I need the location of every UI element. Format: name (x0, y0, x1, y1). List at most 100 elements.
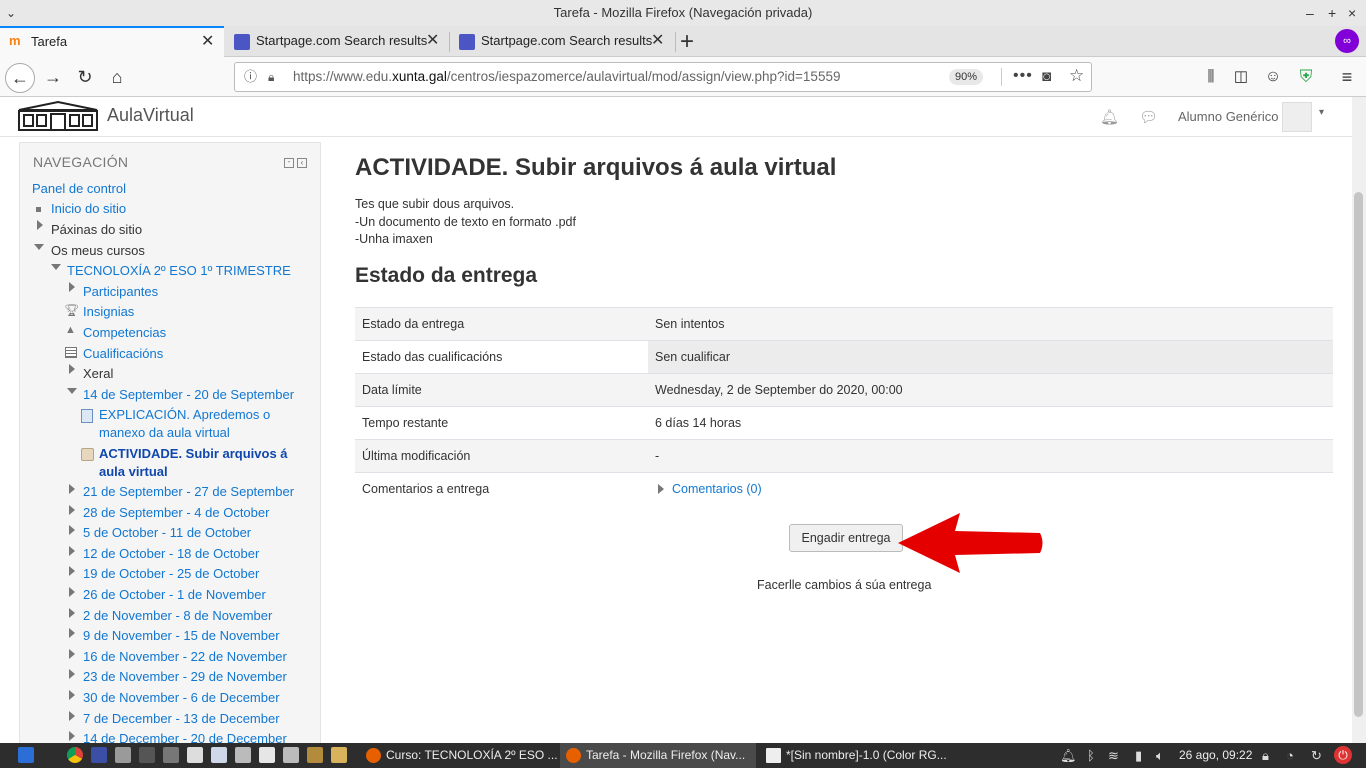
lock-screen-icon[interactable]: 🔒︎ (1262, 743, 1269, 768)
comments-link[interactable]: Comentarios (0) (672, 482, 762, 496)
expand-icon[interactable] (69, 566, 75, 577)
nav-competencies[interactable]: Competencias (83, 324, 166, 342)
messages-icon[interactable]: 💬︎ (1139, 108, 1158, 126)
nav-week-item[interactable]: 12 de October - 18 de October (83, 545, 259, 563)
page-actions-icon[interactable]: ••• (1013, 62, 1033, 90)
nav-week-label[interactable]: 28 de September - 4 de October (83, 505, 269, 520)
page-scrollbar[interactable] (1352, 97, 1366, 743)
task-tarefa[interactable]: Tarefa - Mozilla Firefox (Nav... (560, 743, 756, 768)
task-course[interactable]: Curso: TECNOLOXÍA 2º ESO ... (360, 743, 558, 768)
volume-muted-icon[interactable]: 🔈︎ (1156, 743, 1164, 768)
nav-week-item[interactable]: 14 de December - 20 de December (83, 730, 287, 743)
nav-current-week[interactable]: 14 de September - 20 de September (83, 386, 294, 404)
user-menu-chevron-icon[interactable]: ▾ (1319, 107, 1324, 118)
nav-my-courses[interactable]: Os meus cursos (51, 242, 145, 260)
window-menu-icon[interactable]: ⌄ (6, 0, 16, 26)
terminal-icon[interactable] (139, 747, 155, 763)
expand-icon[interactable] (69, 364, 75, 374)
nav-week-item[interactable]: 21 de September - 27 de September (83, 483, 294, 501)
nav-week-item[interactable]: 2 de November - 8 de November (83, 607, 272, 625)
scrollbar-thumb[interactable] (1354, 192, 1363, 717)
collapse-icon[interactable] (67, 388, 77, 394)
url-bar[interactable]: ⓘ 🔒︎ https://www.edu.xunta.gal/centros/i… (234, 62, 1092, 92)
nav-site-pages[interactable]: Páxinas do sitio (51, 221, 142, 239)
expand-icon[interactable] (69, 648, 75, 659)
expand-icon[interactable] (69, 607, 75, 618)
nav-week-label[interactable]: 23 de November - 29 de November (83, 669, 287, 684)
expand-icon[interactable] (69, 731, 75, 742)
nav-week-label[interactable]: 2 de November - 8 de November (83, 608, 272, 623)
bookmark-star-icon[interactable]: ☆ (1069, 62, 1084, 90)
forward-button[interactable]: → (40, 64, 66, 90)
notes-icon[interactable] (235, 747, 251, 763)
clock-icon[interactable]: ◔ (1286, 743, 1294, 768)
dock-block-icon[interactable]: ‹ (297, 158, 307, 168)
nav-home[interactable]: Inicio do sitio (51, 200, 126, 218)
nav-week-item[interactable]: 28 de September - 4 de October (83, 504, 269, 522)
nav-participants[interactable]: Participantes (83, 283, 158, 301)
nav-week-label[interactable]: 26 de October - 1 de November (83, 587, 266, 602)
document-icon[interactable] (211, 747, 227, 763)
nav-week-label[interactable]: 19 de October - 25 de October (83, 566, 259, 581)
expand-icon[interactable] (69, 282, 75, 292)
zoom-level[interactable]: 90% (949, 69, 984, 85)
nav-week-label[interactable]: 30 de November - 6 de December (83, 690, 280, 705)
user-name[interactable]: Alumno Genérico (1178, 109, 1278, 124)
nav-week-item[interactable]: 7 de December - 13 de December (83, 710, 280, 728)
notification-bell-icon[interactable]: 🔔︎ (1060, 743, 1077, 768)
nav-grades[interactable]: Cualificacións (83, 345, 163, 363)
expand-icon[interactable] (69, 587, 75, 597)
menu-icon[interactable]: ≡ (1334, 64, 1360, 90)
nav-week-item[interactable]: 16 de November - 22 de November (83, 648, 287, 666)
editor-icon[interactable] (187, 747, 203, 763)
notifications-bell-icon[interactable]: 🔔︎ (1100, 108, 1119, 126)
gimp-icon[interactable] (307, 747, 323, 763)
nav-activity-upload-line2[interactable]: aula virtual (99, 463, 168, 481)
pocket-icon[interactable]: ◙ (1042, 63, 1051, 91)
add-submission-button[interactable]: Engadir entrega (789, 524, 903, 552)
file-manager-icon[interactable] (115, 747, 131, 763)
expand-icon[interactable] (69, 545, 75, 556)
back-button[interactable]: ← (5, 63, 35, 93)
close-tab-icon[interactable]: ✕ (651, 26, 664, 56)
school-logo-icon[interactable] (17, 100, 99, 132)
close-tab-icon[interactable]: ✕ (426, 26, 439, 56)
account-icon[interactable]: ☺ (1260, 64, 1286, 90)
nav-week-label[interactable]: 14 de December - 20 de December (83, 731, 287, 743)
nav-week-label[interactable]: 5 de October - 11 de October (83, 525, 251, 540)
writer-icon[interactable] (259, 747, 275, 763)
game-icon[interactable] (331, 747, 347, 763)
avatar[interactable] (1282, 102, 1312, 132)
close-window-icon[interactable]: × (1348, 0, 1356, 26)
library-icon[interactable]: ⫼ (1198, 64, 1224, 90)
site-brand[interactable]: AulaVirtual (107, 105, 194, 126)
nav-activity-upload[interactable]: ACTIVIDADE. Subir arquivos á (99, 445, 288, 463)
power-icon[interactable]: ⏻ (1334, 746, 1352, 764)
collapse-icon[interactable] (34, 244, 44, 250)
nav-dashboard[interactable]: Panel de control (32, 180, 126, 198)
nav-week-item[interactable]: 9 de November - 15 de November (83, 627, 280, 645)
mail-icon[interactable] (283, 747, 299, 763)
wifi-icon[interactable]: ≋ (1108, 743, 1119, 768)
nav-week-label[interactable]: 21 de September - 27 de September (83, 484, 294, 499)
shield-extension-icon[interactable]: ⛨ (1293, 64, 1319, 90)
close-tab-icon[interactable]: ✕ (201, 28, 214, 55)
nav-week-item[interactable]: 30 de November - 6 de December (83, 689, 280, 707)
nav-week-label[interactable]: 9 de November - 15 de November (83, 628, 280, 643)
task-image-editor[interactable]: *[Sin nombre]-1.0 (Color RG... (760, 743, 956, 768)
minimize-icon[interactable]: – (1306, 0, 1314, 26)
collapse-block-icon[interactable]: - (284, 158, 294, 168)
expand-comments-icon[interactable] (658, 484, 664, 495)
expand-icon[interactable] (69, 484, 75, 494)
nav-week-item[interactable]: 23 de November - 29 de November (83, 668, 287, 686)
new-tab-icon[interactable]: + (680, 28, 694, 56)
battery-icon[interactable]: ▮ (1135, 743, 1142, 768)
calculator-icon[interactable] (163, 747, 179, 763)
expand-icon[interactable] (69, 690, 75, 700)
chrome-icon[interactable] (67, 747, 83, 763)
nav-course[interactable]: TECNOLOXÍA 2º ESO 1º TRIMESTRE (67, 262, 291, 280)
nav-general[interactable]: Xeral (83, 365, 113, 383)
maximize-icon[interactable]: + (1328, 0, 1336, 26)
expand-icon[interactable] (69, 710, 75, 721)
tab-startpage-2[interactable]: Startpage.com Search results ✕ (450, 26, 674, 57)
